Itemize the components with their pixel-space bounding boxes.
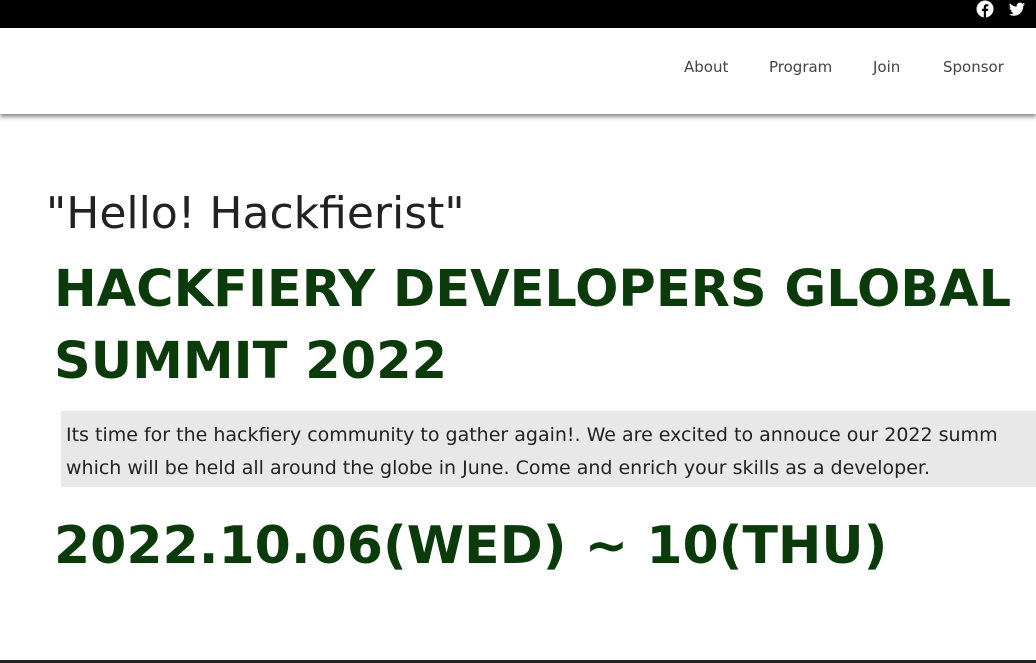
intro-line-2: which will be held all around the globe … xyxy=(66,457,930,479)
greeting-text: "Hello! Hackfierist" xyxy=(46,188,465,239)
headline-line-2: SUMMIT 2022 xyxy=(54,332,448,391)
main-navigation: About Program Join Sponsor xyxy=(0,28,1036,114)
page-title: HACKFIERY DEVELOPERS GLOBAL SUMMIT 2022 xyxy=(54,254,1036,398)
event-dates: 2022.10.06(WED) ~ 10(THU) xyxy=(54,516,888,576)
intro-line-1: Its time for the hackfiery community to … xyxy=(66,424,998,446)
nav-program[interactable]: Program xyxy=(769,58,832,76)
nav-join[interactable]: Join xyxy=(873,58,900,76)
facebook-icon[interactable] xyxy=(975,0,995,20)
headline-line-1: HACKFIERY DEVELOPERS GLOBAL xyxy=(54,260,1012,319)
nav-about[interactable]: About xyxy=(684,58,728,76)
nav-sponsor[interactable]: Sponsor xyxy=(943,58,1004,76)
twitter-icon[interactable] xyxy=(1006,0,1026,20)
top-bar xyxy=(0,0,1036,28)
intro-paragraph: Its time for the hackfiery community to … xyxy=(61,411,1036,487)
